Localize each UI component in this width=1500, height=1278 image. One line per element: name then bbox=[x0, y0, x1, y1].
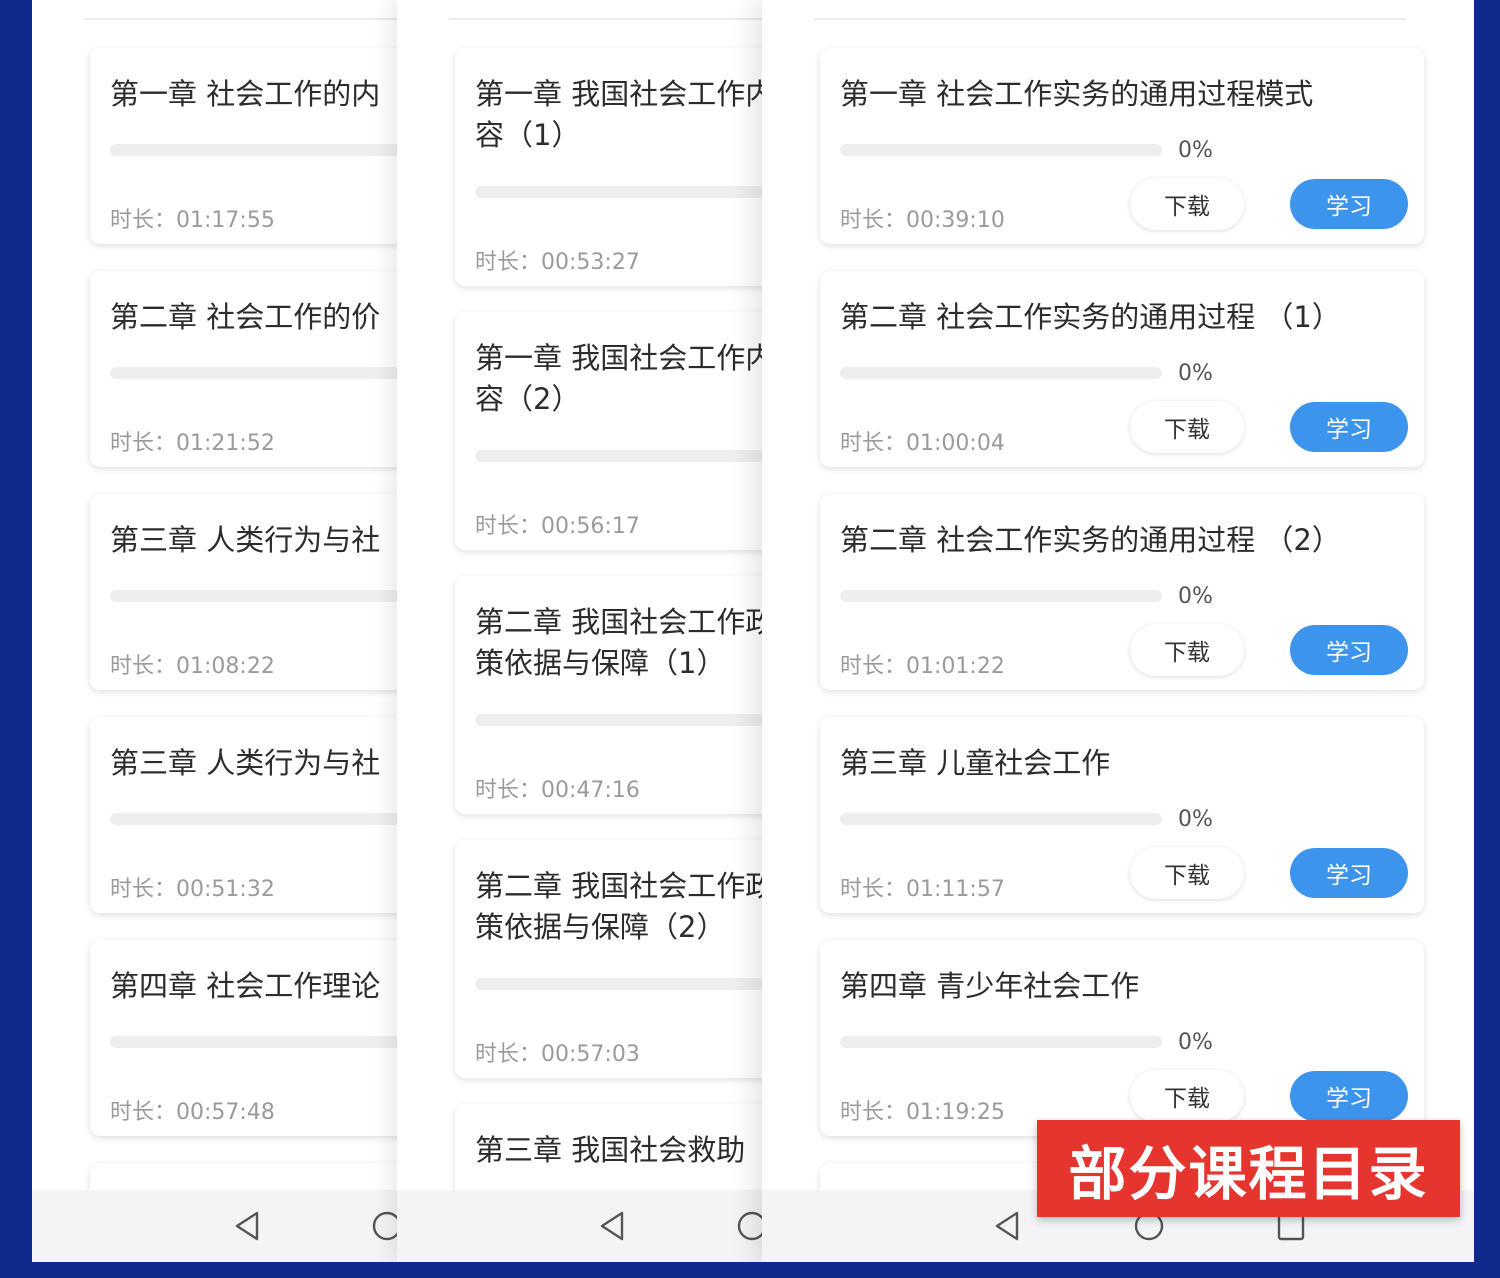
section-banner: 部分课程目录 bbox=[1037, 1120, 1460, 1217]
progress-bar bbox=[475, 450, 762, 462]
study-button[interactable]: 学习 bbox=[1290, 625, 1408, 675]
download-button[interactable]: 下载 bbox=[1130, 401, 1244, 453]
download-button[interactable]: 下载 bbox=[1130, 178, 1244, 230]
lesson-card[interactable]: 第一章 我国社会工作内容（2） 时长：00:56:17 bbox=[455, 312, 762, 550]
download-button[interactable]: 下载 bbox=[1130, 624, 1244, 676]
download-button[interactable]: 下载 bbox=[1130, 1070, 1244, 1122]
home-icon[interactable] bbox=[737, 1210, 762, 1242]
phone-screen-3: 第一章 社会工作实务的通用过程模式 0% 时长：00:39:10 下载 学习 第… bbox=[762, 0, 1474, 1262]
lesson-duration: 时长：00:51:32 bbox=[110, 877, 275, 902]
study-button[interactable]: 学习 bbox=[1290, 402, 1408, 452]
progress-bar bbox=[840, 144, 1162, 156]
study-button[interactable]: 学习 bbox=[1290, 1071, 1408, 1121]
progress-bar bbox=[110, 590, 397, 602]
lesson-duration: 时长：00:47:16 bbox=[475, 778, 640, 803]
lesson-card[interactable]: 第二章 社会工作实务的通用过程 （2） 0% 时长：01:01:22 下载 学习 bbox=[820, 494, 1424, 690]
progress-bar bbox=[475, 186, 762, 198]
lesson-list: 第一章 社会工作的内 时长：01:17:55 第二章 社会工作的价 时长：01:… bbox=[32, 0, 397, 1203]
progress-bar bbox=[110, 813, 397, 825]
lesson-duration: 时长：01:08:22 bbox=[110, 654, 275, 679]
lesson-title: 第四章 青少年社会工作 bbox=[840, 969, 1140, 1003]
progress-percent: 0% bbox=[1178, 807, 1213, 832]
lesson-card[interactable]: 第一章 社会工作的内 时长：01:17:55 bbox=[90, 48, 397, 244]
lesson-title: 第一章 我国社会工作内容（2） bbox=[475, 341, 762, 416]
lesson-card[interactable]: 第三章 人类行为与社 时长：00:51:32 bbox=[90, 717, 397, 913]
study-button[interactable]: 学习 bbox=[1290, 848, 1408, 898]
screenshot-collage: 第一章 社会工作的内 时长：01:17:55 第二章 社会工作的价 时长：01:… bbox=[32, 0, 1474, 1262]
lesson-title: 第二章 社会工作实务的通用过程 （2） bbox=[840, 523, 1341, 557]
progress-percent: 0% bbox=[1178, 138, 1213, 163]
lesson-title: 第一章 我国社会工作内容（1） bbox=[475, 77, 762, 152]
progress-bar bbox=[840, 1036, 1162, 1048]
progress-bar bbox=[110, 1036, 397, 1048]
lesson-title: 第三章 儿童社会工作 bbox=[840, 746, 1111, 780]
lesson-duration: 时长：01:17:55 bbox=[110, 208, 275, 233]
progress-bar bbox=[110, 367, 397, 379]
lesson-card[interactable]: 第二章 我国社会工作政策依据与保障（2） 时长：00:57:03 bbox=[455, 840, 762, 1078]
lesson-title: 第一章 社会工作实务的通用过程模式 bbox=[840, 77, 1314, 111]
system-nav-bar bbox=[32, 1190, 397, 1262]
lesson-duration: 时长：01:00:04 bbox=[840, 431, 1005, 456]
lesson-duration: 时长：00:57:03 bbox=[475, 1042, 640, 1067]
phone-screen-2: 第一章 我国社会工作内容（1） 时长：00:53:27 第一章 我国社会工作内容… bbox=[397, 0, 762, 1262]
lesson-title: 第四章 社会工作理论 bbox=[110, 969, 381, 1003]
progress-percent: 0% bbox=[1178, 584, 1213, 609]
progress-percent: 0% bbox=[1178, 361, 1213, 386]
lesson-title: 第三章 人类行为与社 bbox=[110, 523, 381, 557]
back-icon[interactable] bbox=[992, 1210, 1022, 1242]
home-icon[interactable] bbox=[372, 1210, 397, 1242]
lesson-title: 第二章 我国社会工作政策依据与保障（2） bbox=[475, 869, 762, 944]
lesson-duration: 时长：01:01:22 bbox=[840, 654, 1005, 679]
lesson-title: 第二章 我国社会工作政策依据与保障（1） bbox=[475, 605, 762, 680]
lesson-duration: 时长：01:11:57 bbox=[840, 877, 1005, 902]
lesson-card[interactable]: 第二章 社会工作实务的通用过程 （1） 0% 时长：01:00:04 下载 学习 bbox=[820, 271, 1424, 467]
lesson-card[interactable]: 第四章 青少年社会工作 0% 时长：01:19:25 下载 学习 bbox=[820, 940, 1424, 1136]
lesson-title: 第三章 我国社会救助 bbox=[475, 1133, 746, 1167]
lesson-list: 第一章 社会工作实务的通用过程模式 0% 时长：00:39:10 下载 学习 第… bbox=[762, 0, 1474, 1203]
lesson-title: 第三章 人类行为与社 bbox=[110, 746, 381, 780]
lesson-list: 第一章 我国社会工作内容（1） 时长：00:53:27 第一章 我国社会工作内容… bbox=[397, 0, 762, 1224]
lesson-card[interactable]: 第一章 社会工作实务的通用过程模式 0% 时长：00:39:10 下载 学习 bbox=[820, 48, 1424, 244]
lesson-card[interactable]: 第四章 社会工作理论 时长：00:57:48 bbox=[90, 940, 397, 1136]
system-nav-bar bbox=[397, 1190, 762, 1262]
lesson-duration: 时长：00:53:27 bbox=[475, 250, 640, 275]
progress-bar bbox=[840, 590, 1162, 602]
progress-bar bbox=[475, 714, 762, 726]
lesson-title: 第二章 社会工作的价 bbox=[110, 300, 381, 334]
back-icon[interactable] bbox=[597, 1210, 627, 1242]
progress-bar bbox=[110, 144, 397, 156]
download-button[interactable]: 下载 bbox=[1130, 847, 1244, 899]
study-button[interactable]: 学习 bbox=[1290, 179, 1408, 229]
lesson-duration: 时长：00:57:48 bbox=[110, 1100, 275, 1125]
lesson-card[interactable]: 第二章 我国社会工作政策依据与保障（1） 时长：00:47:16 bbox=[455, 576, 762, 814]
progress-bar bbox=[475, 978, 762, 990]
lesson-title: 第一章 社会工作的内 bbox=[110, 77, 381, 111]
lesson-card[interactable]: 第一章 我国社会工作内容（1） 时长：00:53:27 bbox=[455, 48, 762, 286]
lesson-duration: 时长：00:56:17 bbox=[475, 514, 640, 539]
lesson-duration: 时长：01:21:52 bbox=[110, 431, 275, 456]
lesson-duration: 时长：01:19:25 bbox=[840, 1100, 1005, 1125]
lesson-card[interactable]: 第三章 儿童社会工作 0% 时长：01:11:57 下载 学习 bbox=[820, 717, 1424, 913]
progress-bar bbox=[840, 367, 1162, 379]
lesson-card[interactable]: 第三章 人类行为与社 时长：01:08:22 bbox=[90, 494, 397, 690]
back-icon[interactable] bbox=[232, 1210, 262, 1242]
phone-screen-1: 第一章 社会工作的内 时长：01:17:55 第二章 社会工作的价 时长：01:… bbox=[32, 0, 397, 1262]
progress-percent: 0% bbox=[1178, 1030, 1213, 1055]
lesson-title: 第二章 社会工作实务的通用过程 （1） bbox=[840, 300, 1341, 334]
progress-bar bbox=[840, 813, 1162, 825]
lesson-duration: 时长：00:39:10 bbox=[840, 208, 1005, 233]
lesson-card[interactable]: 第二章 社会工作的价 时长：01:21:52 bbox=[90, 271, 397, 467]
